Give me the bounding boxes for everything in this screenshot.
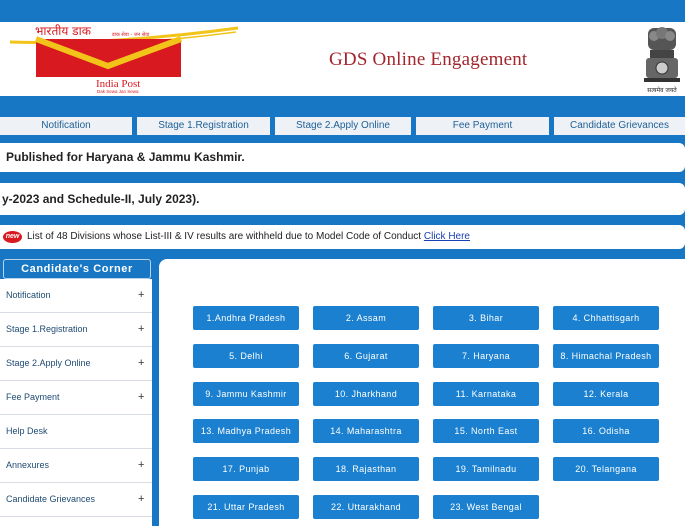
nav-stage1-registration[interactable]: Stage 1.Registration (137, 117, 270, 135)
sidebar-item-annexures[interactable]: Annexures + (0, 449, 152, 483)
state-button-kerala[interactable]: 12. Kerala (553, 382, 659, 406)
emblem-motto: सत्यमेव जयते (647, 86, 677, 94)
sidebar-item-label: Annexures (6, 460, 50, 470)
page-title: GDS Online Engagement (329, 49, 528, 70)
sidebar-item-help-desk[interactable]: Help Desk (0, 415, 152, 449)
state-button-odisha[interactable]: 16. Odisha (553, 419, 659, 443)
expand-plus-icon[interactable]: + (138, 347, 144, 380)
notice-box: new List of 48 Divisions whose List-III … (0, 225, 685, 249)
state-button-north-east[interactable]: 15. North East (433, 419, 539, 443)
sidebar-item-label: Candidate Grievances (6, 494, 96, 504)
state-button-chhattisgarh[interactable]: 4. Chhattisgarh (553, 306, 659, 330)
state-button-andhra-pradesh[interactable]: 1.Andhra Pradesh (193, 306, 299, 330)
logo-hindi: भारतीय डाक (35, 24, 92, 38)
sidebar-item-stage1-registration[interactable]: Stage 1.Registration + (0, 313, 152, 347)
click-here-link[interactable]: Click Here (424, 231, 470, 242)
state-button-maharashtra[interactable]: 14. Maharashtra (313, 419, 419, 443)
ticker-strip-2: y-2023 and Schedule-II, July 2023). (0, 178, 685, 223)
state-emblem-icon: सत्यमेव जयते (644, 27, 680, 94)
expand-plus-icon[interactable]: + (138, 313, 144, 346)
sidebar-item-candidate-grievances[interactable]: Candidate Grievances + (0, 483, 152, 517)
sidebar-item-stage2-apply-online[interactable]: Stage 2.Apply Online + (0, 347, 152, 381)
header-blue-bar (0, 96, 685, 115)
candidates-corner-title: Candidate's Corner (3, 259, 151, 279)
notice-strip: new List of 48 Divisions whose List-III … (0, 223, 685, 251)
ticker-text-1: Published for Haryana & Jammu Kashmir. (0, 143, 685, 172)
state-button-uttar-pradesh[interactable]: 21. Uttar Pradesh (193, 495, 299, 519)
main-nav: Notification Stage 1.Registration Stage … (0, 115, 685, 137)
state-button-rajasthan[interactable]: 18. Rajasthan (313, 457, 419, 481)
expand-plus-icon[interactable]: + (138, 279, 144, 312)
state-button-telangana[interactable]: 20. Telangana (553, 457, 659, 481)
state-button-uttarakhand[interactable]: 22. Uttarakhand (313, 495, 419, 519)
india-post-logo[interactable]: भारतीय डाक डाक सेवा - जन सेवा India Post… (0, 22, 240, 96)
state-button-himachal-pradesh[interactable]: 8. Himachal Pradesh (553, 344, 659, 368)
notice-message: List of 48 Divisions whose List-III & IV… (27, 231, 422, 242)
state-button-haryana[interactable]: 7. Haryana (433, 344, 539, 368)
sidebar-menu: Notification + Stage 1.Registration + St… (0, 279, 152, 526)
state-button-tamilnadu[interactable]: 19. Tamilnadu (433, 457, 539, 481)
state-button-jammu-kashmir[interactable]: 9. Jammu Kashmir (193, 382, 299, 406)
candidates-corner-panel: Candidate's Corner Notification + Stage … (0, 251, 159, 526)
logo-tagline-hindi: डाक सेवा - जन सेवा (111, 31, 150, 38)
state-button-jharkhand[interactable]: 10. Jharkhand (313, 382, 419, 406)
nav-candidate-grievances[interactable]: Candidate Grievances (554, 117, 685, 135)
state-button-gujarat[interactable]: 6. Gujarat (313, 344, 419, 368)
notice-text: List of 48 Divisions whose List-III & IV… (27, 225, 470, 249)
state-button-madhya-pradesh[interactable]: 13. Madhya Pradesh (193, 419, 299, 443)
logo-tagline: Dak Sewa Jan Sewa (97, 89, 139, 94)
state-button-assam[interactable]: 2. Assam (313, 306, 419, 330)
sidebar-item-label: Fee Payment (6, 392, 60, 402)
state-button-punjab[interactable]: 17. Punjab (193, 457, 299, 481)
sidebar-item-label: Stage 2.Apply Online (6, 358, 91, 368)
expand-plus-icon[interactable]: + (138, 449, 144, 482)
state-button-west-bengal[interactable]: 23. West Bengal (433, 495, 539, 519)
site-header: भारतीय डाक डाक सेवा - जन सेवा India Post… (0, 22, 685, 96)
ticker-text-2: y-2023 and Schedule-II, July 2023). (0, 183, 685, 215)
new-badge-icon: new (3, 231, 22, 243)
nav-fee-payment[interactable]: Fee Payment (416, 117, 549, 135)
state-selection-panel: 1.Andhra Pradesh 2. Assam 3. Bihar 4. Ch… (159, 251, 685, 526)
state-button-delhi[interactable]: 5. Delhi (193, 344, 299, 368)
nav-stage2-apply-online[interactable]: Stage 2.Apply Online (275, 117, 411, 135)
expand-plus-icon[interactable]: + (138, 483, 144, 516)
expand-plus-icon[interactable]: + (138, 381, 144, 414)
sidebar-item-label: Notification (6, 290, 51, 300)
state-grid: 1.Andhra Pradesh 2. Assam 3. Bihar 4. Ch… (159, 259, 685, 526)
sidebar-item-label: Stage 1.Registration (6, 324, 88, 334)
sidebar-item-label: Help Desk (6, 426, 48, 436)
sidebar-item-notification[interactable]: Notification + (0, 279, 152, 313)
nav-notification[interactable]: Notification (0, 117, 132, 135)
top-blue-bar (0, 0, 685, 22)
sidebar-item-fee-payment[interactable]: Fee Payment + (0, 381, 152, 415)
ticker-strip-1: Published for Haryana & Jammu Kashmir. (0, 137, 685, 178)
state-button-bihar[interactable]: 3. Bihar (433, 306, 539, 330)
state-button-karnataka[interactable]: 11. Karnataka (433, 382, 539, 406)
